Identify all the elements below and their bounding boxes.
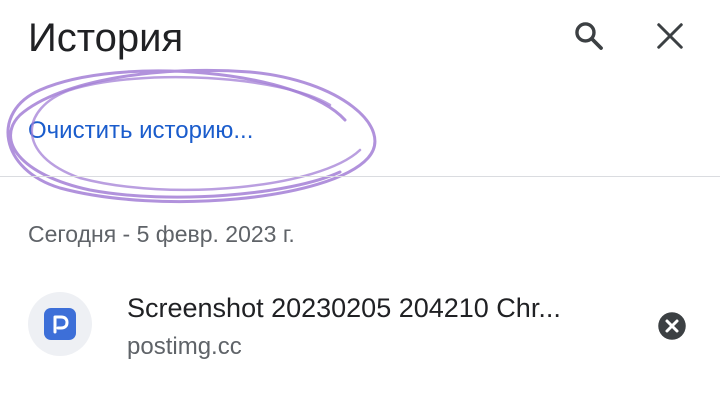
- remove-circle-icon: [658, 312, 686, 340]
- remove-history-item-button[interactable]: [648, 302, 696, 350]
- search-icon: [575, 22, 603, 50]
- divider: [0, 176, 720, 177]
- history-page: История Очистить историю... Сегодня - 5 …: [0, 0, 720, 402]
- history-item[interactable]: Screenshot 20230205 204210 Chr... postim…: [0, 280, 720, 370]
- postimg-favicon-icon: [44, 308, 76, 340]
- history-item-title: Screenshot 20230205 204210 Chr...: [127, 293, 561, 323]
- page-title: История: [28, 16, 184, 60]
- date-group-header: Сегодня - 5 февр. 2023 г.: [28, 221, 295, 247]
- close-button[interactable]: [646, 12, 694, 60]
- search-button[interactable]: [565, 12, 613, 60]
- favicon-container: [28, 292, 92, 356]
- close-icon: [657, 23, 683, 49]
- history-item-url: postimg.cc: [127, 333, 242, 360]
- clear-history-link[interactable]: Очистить историю...: [28, 115, 253, 147]
